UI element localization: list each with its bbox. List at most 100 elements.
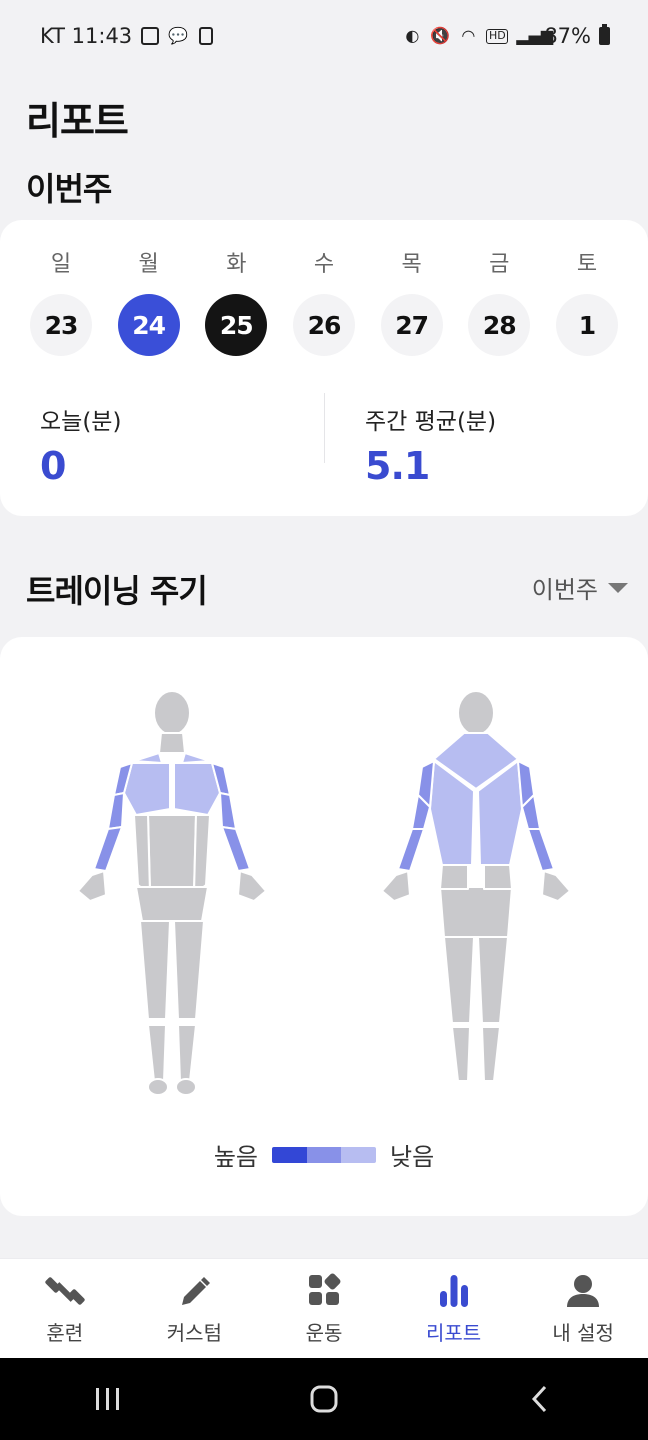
day-name: 화 bbox=[226, 252, 247, 277]
legend-low-label: 낮음 bbox=[390, 1143, 435, 1171]
day-number[interactable]: 1 bbox=[555, 294, 618, 356]
day-number[interactable]: 28 bbox=[468, 294, 531, 356]
day-item[interactable]: 토1 bbox=[544, 250, 630, 356]
front-obliques-right bbox=[193, 814, 211, 895]
front-head bbox=[153, 690, 191, 736]
day-selector: 일 23 월 24 화 25 수 26 목 27 금 28 토 1 bbox=[18, 250, 630, 356]
today-label: 오늘(분) bbox=[40, 409, 122, 435]
nav-label-training: 훈련 bbox=[46, 1321, 84, 1345]
legend-swatch-mid bbox=[306, 1146, 342, 1163]
back-lower-right bbox=[483, 864, 513, 890]
back-hand-left bbox=[381, 870, 411, 902]
back-head bbox=[457, 690, 495, 736]
nav-label-custom: 커스텀 bbox=[166, 1321, 222, 1345]
back-hamstring-left bbox=[443, 936, 475, 1024]
muscle-map-card: 높음 낮음 bbox=[0, 637, 648, 1216]
period-dropdown-value: 이번주 bbox=[531, 576, 598, 604]
battery-saver-icon: ◐ bbox=[405, 26, 420, 45]
period-dropdown[interactable]: 이번주 bbox=[532, 570, 628, 605]
front-thigh-left bbox=[139, 920, 171, 1020]
grid-icon bbox=[302, 1271, 346, 1311]
today-value: 0 bbox=[40, 444, 66, 488]
front-hand-right bbox=[237, 870, 267, 902]
training-cycle-title: 트레이닝 주기 bbox=[26, 572, 208, 610]
stat-divider bbox=[324, 393, 325, 463]
front-forearm-left bbox=[93, 826, 123, 872]
body-back-figure bbox=[381, 690, 571, 1082]
intensity-legend: 높음 낮음 bbox=[0, 1137, 648, 1172]
nav-item-settings[interactable]: 내 설정 bbox=[528, 1271, 638, 1346]
day-number[interactable]: 26 bbox=[292, 294, 355, 356]
weekly-average-value: 5.1 bbox=[365, 444, 430, 488]
day-name: 목 bbox=[401, 252, 422, 277]
nav-label-exercise: 운동 bbox=[305, 1321, 343, 1345]
back-glutes bbox=[439, 886, 513, 938]
day-number[interactable]: 23 bbox=[30, 294, 92, 356]
front-forearm-right bbox=[221, 826, 251, 872]
message-icon: 💬 bbox=[168, 26, 189, 45]
nav-item-report[interactable]: 리포트 bbox=[399, 1271, 509, 1346]
weekly-average-stat: 주간 평균(분) 5.1 bbox=[365, 402, 496, 488]
front-hand-left bbox=[77, 870, 107, 902]
back-hamstring-right bbox=[477, 936, 509, 1024]
status-time: KT 11:43 bbox=[40, 24, 133, 48]
front-foot-right bbox=[175, 1078, 197, 1096]
nav-item-exercise[interactable]: 운동 bbox=[269, 1271, 379, 1346]
day-item[interactable]: 목 27 bbox=[369, 250, 455, 356]
front-hips bbox=[135, 886, 209, 922]
chevron-down-icon bbox=[608, 582, 628, 593]
status-bar: KT 11:43 💬 ◐ 🔇 ◠ HD ▂▄▆ 87% bbox=[0, 0, 648, 72]
back-calf-right bbox=[481, 1026, 501, 1082]
day-number[interactable]: 25 bbox=[205, 294, 268, 356]
dumbbell-icon bbox=[43, 1271, 87, 1311]
mute-icon: 🔇 bbox=[430, 26, 451, 45]
day-name: 금 bbox=[489, 252, 510, 277]
legend-gradient-bar bbox=[272, 1146, 376, 1163]
day-number[interactable]: 27 bbox=[380, 294, 443, 356]
front-abs bbox=[147, 814, 197, 890]
day-number[interactable]: 24 bbox=[117, 294, 180, 356]
week-card: 일 23 월 24 화 25 수 26 목 27 금 28 토 1 오늘(분) 0 주간 평균(분) 5.… bbox=[0, 220, 648, 516]
battery-percent: 87% bbox=[544, 24, 591, 48]
back-forearm-right bbox=[527, 828, 555, 872]
pencil-icon bbox=[172, 1271, 216, 1311]
day-item[interactable]: 월 24 bbox=[106, 250, 192, 356]
bar-chart-icon bbox=[432, 1271, 476, 1311]
week-section-title: 이번주 bbox=[26, 170, 112, 208]
back-forearm-left bbox=[397, 828, 425, 872]
gallery-icon bbox=[140, 27, 160, 45]
day-item[interactable]: 일 23 bbox=[18, 250, 104, 356]
legend-swatch-high bbox=[272, 1146, 307, 1163]
today-stat: 오늘(분) 0 bbox=[40, 402, 121, 488]
front-neck bbox=[158, 732, 186, 754]
hd-icon: HD bbox=[486, 28, 509, 44]
recent-apps-icon[interactable] bbox=[93, 1386, 123, 1412]
body-front-figure bbox=[77, 690, 267, 1096]
back-hand-right bbox=[541, 870, 571, 902]
front-bicep-right bbox=[219, 792, 237, 830]
back-lower-left bbox=[439, 864, 469, 890]
front-thigh-right bbox=[173, 920, 205, 1020]
front-bicep-left bbox=[107, 792, 125, 830]
legend-high-label: 높음 bbox=[213, 1143, 258, 1171]
nav-item-training[interactable]: 훈련 bbox=[10, 1271, 120, 1346]
home-icon[interactable] bbox=[309, 1384, 339, 1414]
nav-item-custom[interactable]: 커스텀 bbox=[139, 1271, 249, 1346]
back-calf-left bbox=[451, 1026, 471, 1082]
day-item[interactable]: 금 28 bbox=[456, 250, 542, 356]
day-item[interactable]: 수 26 bbox=[281, 250, 367, 356]
person-icon bbox=[561, 1271, 605, 1311]
device-icon bbox=[196, 27, 216, 45]
bottom-navigation: 훈련 커스텀 운동 리포트 내 설정 bbox=[0, 1258, 648, 1358]
battery-icon bbox=[599, 24, 610, 45]
nav-label-report: 리포트 bbox=[425, 1321, 482, 1345]
weekly-average-label: 주간 평균(분) bbox=[365, 409, 497, 435]
back-icon[interactable] bbox=[525, 1384, 555, 1414]
system-navigation-bar bbox=[0, 1358, 648, 1440]
day-name: 토 bbox=[576, 252, 598, 277]
signal-icon: ▂▄▆ bbox=[516, 26, 554, 45]
day-item[interactable]: 화 25 bbox=[193, 250, 279, 356]
front-trap-left bbox=[133, 752, 163, 764]
wifi-icon: ◠ bbox=[461, 26, 476, 45]
page-title: 리포트 bbox=[26, 99, 129, 143]
